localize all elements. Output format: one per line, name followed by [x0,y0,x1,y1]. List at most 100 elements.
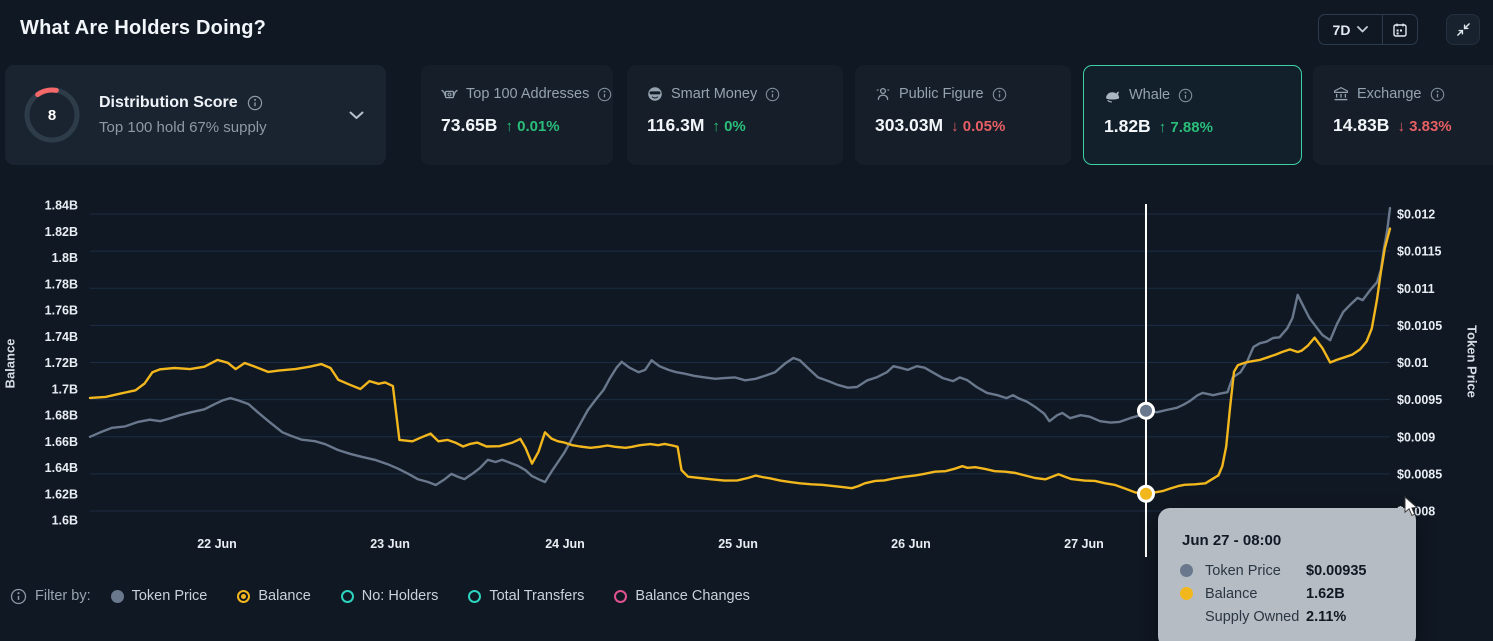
svg-text:$0.012: $0.012 [1397,208,1435,222]
stat-label: Exchange [1357,86,1422,102]
distribution-score-title: Distribution Score [99,94,238,112]
chart-tooltip: Jun 27 - 08:00 Token Price $0.00935 Bala… [1158,508,1416,641]
mouse-cursor [1402,496,1422,523]
info-icon[interactable] [1430,87,1445,102]
stat-card-whale[interactable]: Whale 1.82B ↑ 7.88% [1083,65,1302,165]
change-value: 0% [724,118,746,135]
svg-text:1.64B: 1.64B [45,461,78,475]
svg-text:24 Jun: 24 Jun [545,537,585,551]
info-icon[interactable] [1178,88,1193,103]
filter-item-no-holders[interactable]: No: Holders [341,588,439,604]
svg-text:1.62B: 1.62B [45,487,78,501]
stat-value: 1.82B [1104,116,1151,137]
svg-text:1.8B: 1.8B [52,251,78,265]
tooltip-date: Jun 27 - 08:00 [1158,508,1416,559]
change-value: 3.83% [1409,118,1452,135]
filter-label: Total Transfers [489,588,584,604]
change-value: 0.05% [963,118,1006,135]
svg-text:$0.011: $0.011 [1397,282,1435,296]
filter-items: Token Price Balance No: Holders Total Trans… [111,588,750,604]
stat-value: 303.03M [875,115,943,136]
filter-item-balance[interactable]: Balance [237,588,310,604]
chevron-down-icon [1357,26,1368,33]
svg-text:$0.0085: $0.0085 [1397,467,1442,481]
distribution-score-value: 8 [23,86,81,144]
smart-money-face-icon [647,86,663,102]
svg-text:22 Jun: 22 Jun [197,537,237,551]
svg-text:1.6B: 1.6B [52,514,78,528]
change-arrow: ↓ [951,118,959,135]
whale-icon [1104,88,1121,103]
collapse-button[interactable] [1446,14,1480,45]
svg-text:1.74B: 1.74B [45,330,78,344]
chevron-down-icon[interactable] [349,111,364,120]
filter-dot [111,590,124,603]
info-icon[interactable] [597,87,612,102]
range-selector[interactable]: 7D [1319,15,1382,44]
svg-text:26 Jun: 26 Jun [891,537,931,551]
stat-card-exchange[interactable]: Exchange 14.83B ↓ 3.83% [1313,65,1493,165]
stat-value: 73.65B [441,115,497,136]
svg-text:$0.01: $0.01 [1397,356,1428,370]
distribution-score-gauge: 8 [23,86,81,144]
change-arrow: ↑ [1159,119,1167,136]
svg-text:$0.0105: $0.0105 [1397,319,1442,333]
svg-text:1.68B: 1.68B [45,409,78,423]
distribution-score-subtitle: Top 100 hold 67% supply [99,119,331,136]
filter-item-token-price[interactable]: Token Price [111,588,208,604]
filter-by-label: Filter by: [35,588,91,604]
page-title: What Are Holders Doing? [20,17,266,40]
svg-text:23 Jun: 23 Jun [370,537,410,551]
filter-label: Balance [258,588,310,604]
range-controls: 7D [1318,14,1418,45]
svg-text:27 Jun: 27 Jun [1064,537,1104,551]
holders-panel: $0.012$0.0115$0.011$0.0105$0.01$0.0095$0… [0,0,1493,641]
filter-bar: Filter by: Token Price Balance No: Holders… [0,578,1493,614]
stat-label: Top 100 Addresses [466,86,589,102]
change-arrow: ↑ [712,118,720,135]
filter-dot [341,590,354,603]
public-figure-icon [875,86,891,102]
info-icon[interactable] [765,87,780,102]
stat-label: Smart Money [671,86,757,102]
range-label: 7D [1333,22,1351,38]
info-icon[interactable] [992,87,1007,102]
change-value: 7.88% [1170,119,1213,136]
stat-value: 14.83B [1333,115,1389,136]
svg-text:25 Jun: 25 Jun [718,537,758,551]
money-with-wings-icon [441,87,458,102]
calendar-icon [1392,22,1408,38]
filter-label: Token Price [132,588,208,604]
distribution-score-card[interactable]: 8 Distribution Score Top 100 hold 67% su… [5,65,386,165]
stat-label: Whale [1129,87,1170,103]
svg-text:1.66B: 1.66B [45,435,78,449]
filter-item-total-transfers[interactable]: Total Transfers [468,588,584,604]
filter-dot [468,590,481,603]
change-arrow: ↑ [505,118,513,135]
change-arrow: ↓ [1397,118,1405,135]
filter-dot [237,590,250,603]
stat-value: 116.3M [647,115,704,136]
filter-label: Balance Changes [635,588,749,604]
stat-label: Public Figure [899,86,984,102]
svg-text:1.76B: 1.76B [45,304,78,318]
svg-text:1.84B: 1.84B [45,199,78,213]
info-icon[interactable] [247,95,263,111]
svg-text:1.7B: 1.7B [52,382,78,396]
change-value: 0.01% [517,118,560,135]
svg-text:1.78B: 1.78B [45,277,78,291]
collapse-icon [1455,21,1472,38]
calendar-button[interactable] [1383,15,1417,44]
filter-dot [614,590,627,603]
filter-item-balance-changes[interactable]: Balance Changes [614,588,749,604]
stat-card-top-100-addresses[interactable]: Top 100 Addresses 73.65B ↑ 0.01% [421,65,613,165]
y-axis-label-balance: Balance [3,328,18,400]
info-icon[interactable] [10,588,27,605]
svg-text:1.72B: 1.72B [45,356,78,370]
stat-card-public-figure[interactable]: Public Figure 303.03M ↓ 0.05% [855,65,1071,165]
svg-text:$0.009: $0.009 [1397,430,1435,444]
svg-text:$0.0095: $0.0095 [1397,393,1442,407]
y-axis-label-token-price: Token Price [1465,319,1480,405]
token-price-dot [1180,564,1193,577]
stat-card-smart-money[interactable]: Smart Money 116.3M ↑ 0% [627,65,843,165]
